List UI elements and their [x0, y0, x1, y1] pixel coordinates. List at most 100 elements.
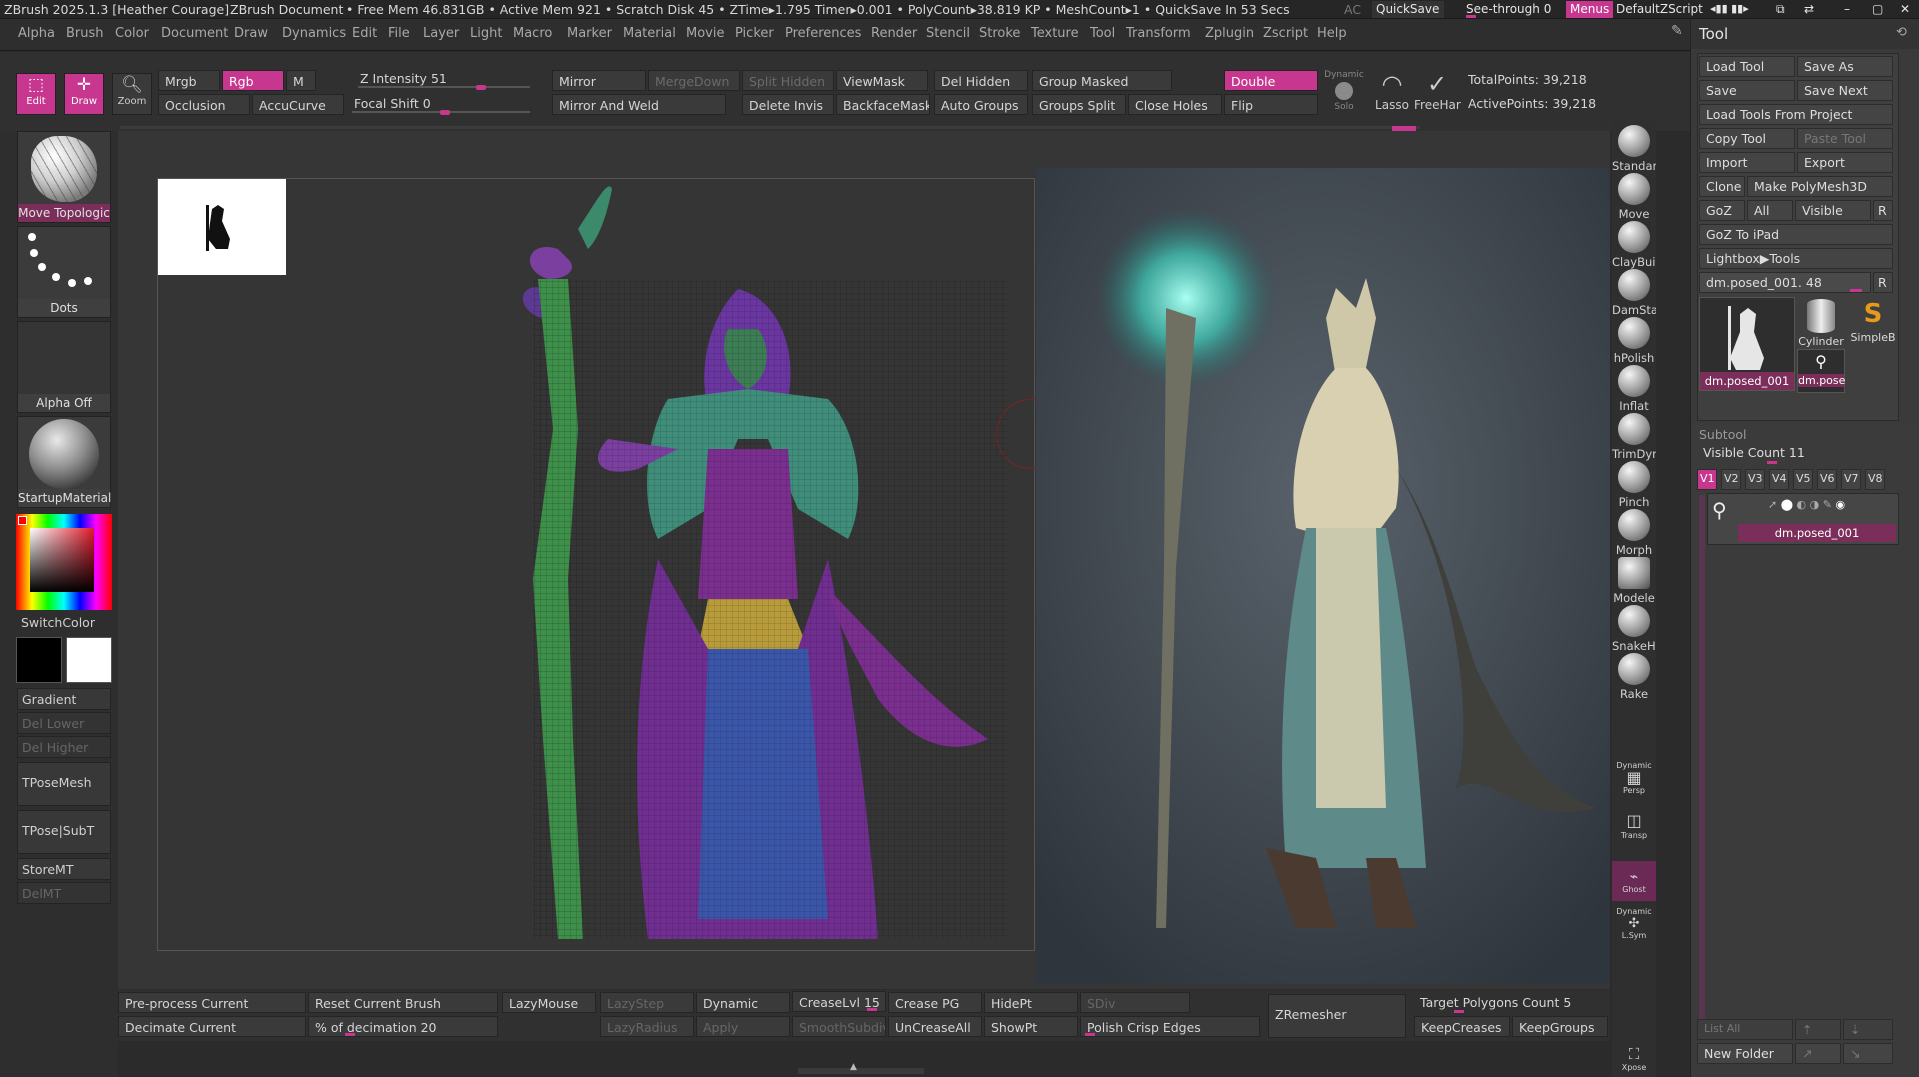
menu-dynamics[interactable]: Dynamics [282, 26, 346, 41]
decimation-slider[interactable]: % of decimation 20 [308, 1016, 498, 1037]
subtool-arrow-down-icon[interactable]: ↘ [1843, 1043, 1893, 1064]
goz-to-ipad-button[interactable]: GoZ To iPad [1699, 224, 1893, 245]
gradient-button[interactable]: Gradient [17, 688, 111, 710]
double-button[interactable]: Double [1224, 70, 1318, 91]
viewmask-button[interactable]: ViewMask [836, 70, 928, 91]
brush-pinch-button[interactable]: Pinch [1612, 461, 1656, 509]
maximize-icon[interactable]: ▢ [1868, 1, 1887, 18]
pin-icon[interactable]: ✎ [1671, 23, 1683, 39]
brush-selector[interactable]: Move Topologic [17, 131, 111, 223]
menu-movie[interactable]: Movie [686, 26, 724, 41]
brush-claybuildup-button[interactable]: ClayBuil [1612, 221, 1656, 269]
menu-zscript[interactable]: Zscript [1263, 26, 1308, 41]
menu-draw[interactable]: Draw [234, 26, 268, 41]
switchcolor-button[interactable]: SwitchColor [17, 612, 111, 634]
delmt-button[interactable]: DelMT [17, 882, 111, 904]
version-v2-button[interactable]: V2 [1721, 469, 1741, 490]
menu-light[interactable]: Light [470, 26, 502, 41]
subtool-brush-icon[interactable]: ➚ [1768, 498, 1777, 511]
uncreaseall-button[interactable]: UnCreaseAll [888, 1016, 982, 1037]
subtool-arrow-right-icon[interactable]: ↗ [1795, 1043, 1841, 1064]
brush-rake-button[interactable]: Rake [1612, 653, 1656, 701]
decimate-current-button[interactable]: Decimate Current [118, 1016, 306, 1037]
brush-move-button[interactable]: Move [1612, 173, 1656, 221]
split-hidden-button[interactable]: Split Hidden [742, 70, 834, 91]
smoothsubdiv-slider[interactable]: SmoothSubdiv [792, 1016, 886, 1037]
menu-transform[interactable]: Transform [1126, 26, 1191, 41]
transp-button[interactable]: ◫ Transp [1612, 811, 1656, 840]
alpha-selector[interactable]: Alpha Off [17, 321, 111, 413]
window-layout-icon[interactable]: ⧉ [1772, 1, 1789, 18]
del-hidden-button[interactable]: Del Hidden [934, 70, 1028, 91]
subtool-item[interactable]: ⚲ ➚ ⬤ ◐ ◑ ✎ ◉ dm.posed_001 [1707, 493, 1899, 545]
copy-tool-button[interactable]: Copy Tool [1699, 128, 1795, 149]
menu-render[interactable]: Render [871, 26, 917, 41]
lazyradius-slider[interactable]: LazyRadius [600, 1016, 694, 1037]
ghost-button[interactable]: ⌁ Ghost [1612, 861, 1656, 901]
list-all-button[interactable]: List All [1697, 1019, 1793, 1040]
xpose-button[interactable]: ⛶ Xpose [1612, 1045, 1656, 1072]
keepgroups-button[interactable]: KeepGroups [1512, 1016, 1608, 1037]
brush-snakehook-button[interactable]: SnakeHo [1612, 605, 1656, 653]
dynamic-solo-button[interactable]: Dynamic Solo [1324, 70, 1364, 112]
close-holes-button[interactable]: Close Holes [1128, 94, 1222, 115]
preprocess-current-button[interactable]: Pre-process Current [118, 992, 306, 1013]
menu-texture[interactable]: Texture [1031, 26, 1079, 41]
mergedown-button[interactable]: MergeDown [648, 70, 740, 91]
navigation-thumbnail[interactable] [158, 179, 286, 275]
showpt-button[interactable]: ShowPt [984, 1016, 1078, 1037]
subtool-scrollbar[interactable] [1699, 495, 1705, 1035]
menu-stroke[interactable]: Stroke [979, 26, 1020, 41]
reset-current-brush-button[interactable]: Reset Current Brush [308, 992, 498, 1013]
menu-edit[interactable]: Edit [352, 26, 377, 41]
lasso-button[interactable]: ◠ Lasso [1372, 70, 1412, 116]
brush-modeler-button[interactable]: Modele [1612, 557, 1656, 605]
new-folder-button[interactable]: New Folder [1697, 1043, 1793, 1064]
version-v8-button[interactable]: V8 [1865, 469, 1885, 490]
export-button[interactable]: Export [1797, 152, 1893, 173]
tpose-subt-button[interactable]: TPose|SubT [17, 810, 111, 854]
brush-standard-button[interactable]: Standar [1612, 125, 1656, 173]
primary-color-swatch[interactable] [16, 637, 62, 683]
z-intensity-slider[interactable]: Z Intensity 51 [354, 69, 534, 90]
menu-document[interactable]: Document [161, 26, 228, 41]
goz-visible-button[interactable]: Visible [1795, 200, 1871, 221]
persp-button[interactable]: Dynamic ▦ Persp [1612, 761, 1656, 795]
mirror-button[interactable]: Mirror [552, 70, 646, 91]
menu-macro[interactable]: Macro [513, 26, 552, 41]
tray-collapse-chevron-icon[interactable]: ▲ [850, 1062, 857, 1072]
flip-button[interactable]: Flip [1224, 94, 1318, 115]
subtool-visibility-eye-icon[interactable]: ◉ [1835, 498, 1845, 511]
material-selector[interactable]: StartupMaterial [17, 416, 111, 508]
subtool-edit-icon[interactable]: ✎ [1823, 498, 1832, 511]
subtool-move-down-icon[interactable]: ⇣ [1843, 1019, 1893, 1040]
import-button[interactable]: Import [1699, 152, 1795, 173]
make-polymesh3d-button[interactable]: Make PolyMesh3D [1747, 176, 1893, 197]
version-v6-button[interactable]: V6 [1817, 469, 1837, 490]
secondary-color-swatch[interactable] [66, 637, 112, 683]
tool-thumb-cylinder[interactable]: Cylinder [1797, 297, 1845, 348]
lazymouse-button[interactable]: LazyMouse [502, 992, 596, 1013]
del-lower-button[interactable]: Del Lower [17, 712, 111, 734]
save-next-button[interactable]: Save Next [1797, 80, 1893, 101]
menu-stencil[interactable]: Stencil [926, 26, 970, 41]
version-v5-button[interactable]: V5 [1793, 469, 1813, 490]
brush-morph-button[interactable]: Morph [1612, 509, 1656, 557]
sdiv-slider[interactable]: SDiv [1080, 992, 1190, 1013]
goz-r-button[interactable]: R [1873, 200, 1893, 221]
refresh-icon[interactable]: ⟲ [1896, 25, 1907, 40]
focal-shift-slider[interactable]: Focal Shift 0 [348, 94, 534, 115]
layout-arrows-icon[interactable]: ◂▮▮ ▮▮▸ [1706, 1, 1753, 18]
menu-marker[interactable]: Marker [567, 26, 612, 41]
goz-button[interactable]: GoZ [1699, 200, 1745, 221]
zoom-button[interactable]: 🔍︎ Zoom [112, 73, 152, 115]
color-saturation-square[interactable] [30, 528, 94, 592]
brush-damstandard-button[interactable]: DamSta [1612, 269, 1656, 317]
paste-tool-button[interactable]: Paste Tool [1797, 128, 1893, 149]
accucurve-button[interactable]: AccuCurve [252, 94, 344, 115]
auto-groups-button[interactable]: Auto Groups [934, 94, 1028, 115]
lightbox-tools-button[interactable]: Lightbox▶Tools [1699, 248, 1893, 269]
subtool-solo-icon[interactable]: ◑ [1810, 498, 1820, 511]
load-tools-from-project-button[interactable]: Load Tools From Project [1699, 104, 1893, 125]
menu-layer[interactable]: Layer [423, 26, 459, 41]
